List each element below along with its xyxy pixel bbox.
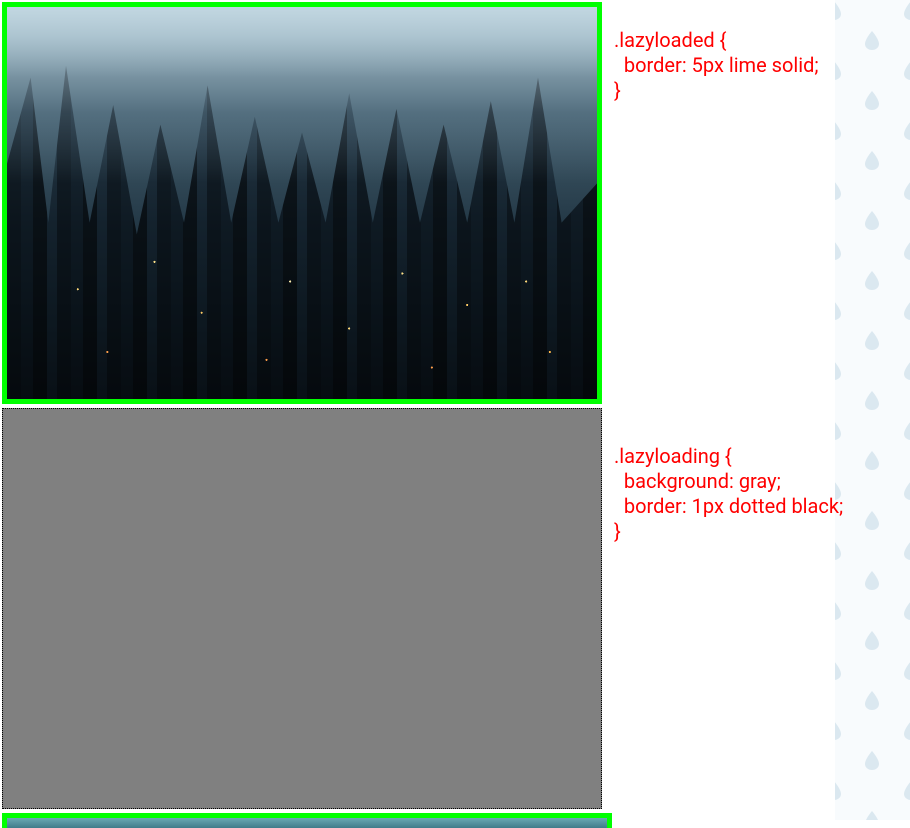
city-photo-placeholder bbox=[7, 7, 597, 399]
content-area: .lazyloaded { border: 5px lime solid; } … bbox=[0, 0, 910, 828]
code-caption: .lazyloading { background: gray; border:… bbox=[614, 408, 910, 544]
example-row: .lazyloaded { border: 5px lime solid; } bbox=[2, 2, 910, 404]
example-row: .lazyloading { background: gray; border:… bbox=[2, 408, 910, 809]
lazyloaded-image bbox=[2, 2, 602, 404]
example-image-wrapper bbox=[2, 2, 602, 404]
lazyloaded-image-partial bbox=[2, 813, 612, 828]
css-snippet: .lazyloading { background: gray; border:… bbox=[614, 444, 910, 544]
code-caption: .lazyloaded { border: 5px lime solid; } bbox=[614, 2, 910, 103]
example-image-wrapper bbox=[2, 408, 602, 809]
lazyloading-placeholder bbox=[2, 408, 602, 809]
css-snippet: .lazyloaded { border: 5px lime solid; } bbox=[614, 28, 910, 103]
